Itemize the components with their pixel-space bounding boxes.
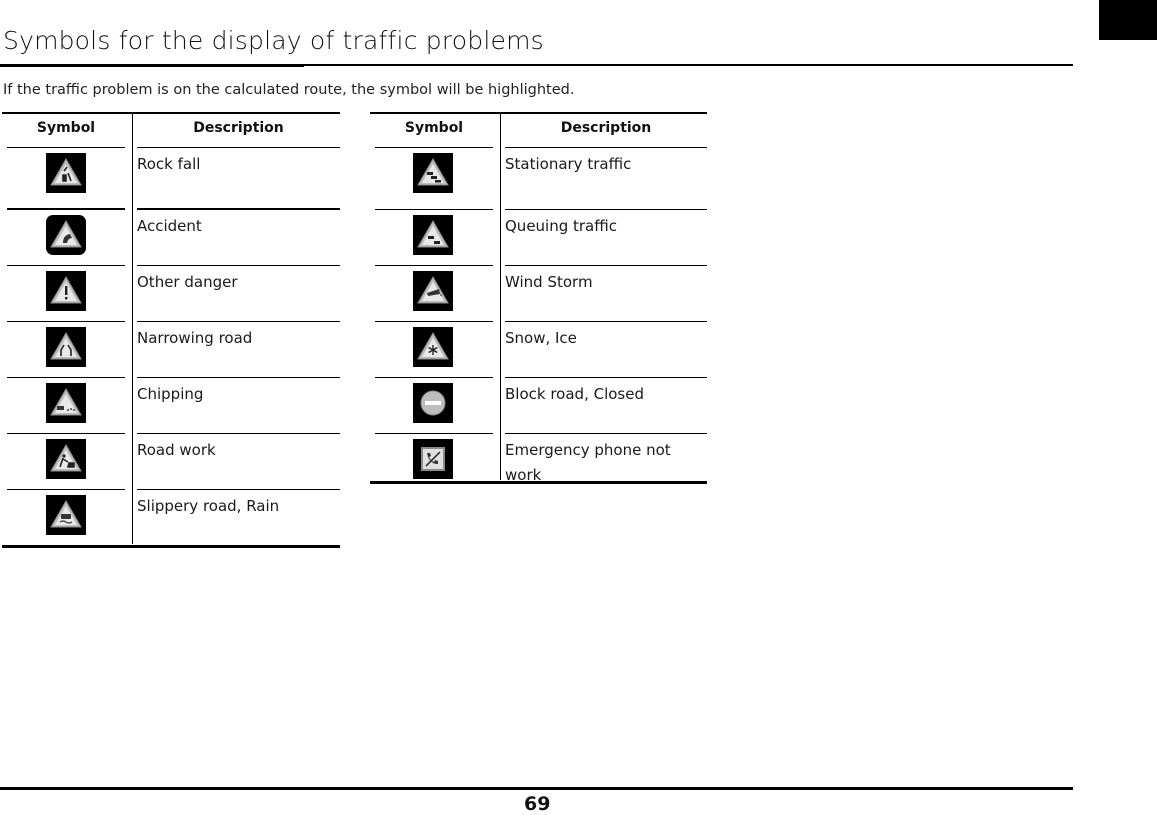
row-description: Block road, Closed (505, 385, 644, 403)
row-separator (375, 433, 493, 434)
row-description: Snow, Ice (505, 329, 577, 347)
row-separator (7, 321, 125, 322)
row-description: Road work (137, 441, 216, 459)
emergency-phone-icon (413, 439, 453, 479)
row-description: Rock fall (137, 155, 201, 173)
row-separator (7, 147, 125, 148)
row-separator (137, 377, 340, 378)
row-description: Slippery road, Rain (137, 497, 280, 515)
stationary-traffic-icon (413, 153, 453, 193)
table-row: Rock fall (2, 147, 340, 209)
table-bottom-rule (370, 481, 707, 484)
row-separator (505, 377, 707, 378)
row-separator (7, 208, 125, 210)
table-row: Slippery road, Rain (2, 489, 340, 545)
row-separator (375, 377, 493, 378)
row-separator (137, 265, 340, 266)
table-row: Road work (2, 433, 340, 489)
table-row: Queuing traffic (370, 209, 707, 265)
table-row: Other danger (2, 265, 340, 321)
row-separator (375, 147, 493, 148)
row-separator (7, 433, 125, 434)
chipping-icon (46, 383, 86, 423)
row-separator (137, 147, 340, 148)
row-separator (375, 265, 493, 266)
row-separator (7, 377, 125, 378)
table-top-rule (2, 112, 340, 114)
row-separator (505, 147, 707, 148)
table-row: Narrowing road (2, 321, 340, 377)
row-description: Queuing traffic (505, 217, 618, 235)
accident-icon (46, 215, 86, 255)
table-row: Stationary traffic (370, 147, 707, 209)
slippery-road-icon (46, 495, 86, 535)
row-separator (375, 209, 493, 210)
footer-rule (0, 787, 1073, 790)
table-row: Emergency phone not work (370, 433, 707, 484)
table-bottom-rule (2, 545, 340, 548)
row-separator (137, 433, 340, 434)
row-separator (505, 209, 707, 210)
header-symbol: Symbol (404, 120, 464, 136)
row-description: Chipping (137, 385, 204, 403)
row-separator (137, 208, 340, 210)
road-work-icon (46, 439, 86, 479)
row-separator (7, 489, 125, 490)
intro-text: If the traffic problem is on the calcula… (3, 82, 575, 98)
wind-storm-icon (413, 271, 453, 311)
row-separator (375, 321, 493, 322)
row-description: Wind Storm (505, 273, 593, 291)
title-rule-accent (0, 64, 304, 67)
table-row: Accident (2, 208, 340, 265)
table-row: Snow, Ice (370, 321, 707, 377)
header-description: Description (560, 120, 652, 136)
table-row: Chipping (2, 377, 340, 433)
row-separator (505, 433, 707, 434)
row-separator (7, 265, 125, 266)
row-separator (137, 489, 340, 490)
road-closed-icon (413, 383, 453, 423)
row-separator (505, 265, 707, 266)
table-row: Block road, Closed (370, 377, 707, 433)
snow-ice-icon (413, 327, 453, 367)
table-top-rule (370, 112, 707, 114)
chapter-tab-marker (1099, 0, 1157, 40)
row-description: Accident (137, 217, 202, 235)
row-description: Narrowing road (137, 329, 253, 347)
row-description: Stationary traffic (505, 155, 632, 173)
rock-fall-icon (46, 153, 86, 193)
row-separator (137, 321, 340, 322)
other-danger-icon (46, 271, 86, 311)
table-row: Wind Storm (370, 265, 707, 321)
queuing-traffic-icon (413, 215, 453, 255)
header-symbol: Symbol (36, 120, 96, 136)
narrowing-road-icon (46, 327, 86, 367)
page-title: Symbols for the display of traffic probl… (3, 26, 544, 55)
row-separator (505, 321, 707, 322)
header-description: Description (193, 120, 284, 136)
row-description: Other danger (137, 273, 238, 291)
